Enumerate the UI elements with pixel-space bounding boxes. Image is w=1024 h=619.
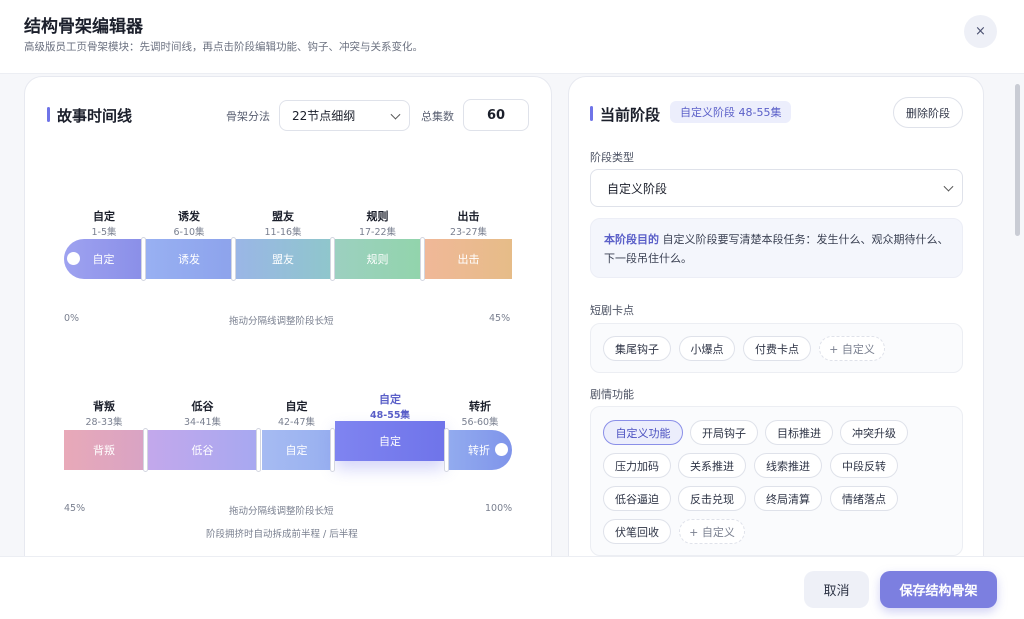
- row2-hint: 拖动分隔线调整阶段长短: [229, 506, 334, 517]
- stage-type-label: 阶段类型: [590, 151, 634, 164]
- hook-chip[interactable]: 集尾钩子: [603, 336, 671, 361]
- stage-bar[interactable]: 规则: [335, 239, 420, 279]
- function-chip[interactable]: 关系推进: [678, 453, 746, 478]
- stage-range: 6-10集: [173, 227, 205, 238]
- stage-name: 自定: [93, 210, 115, 223]
- stage-type-select[interactable]: 自定义阶段: [590, 169, 963, 207]
- functions-label: 剧情功能: [590, 388, 634, 401]
- stage-type-value: 自定义阶段: [607, 181, 668, 196]
- stage-bar[interactable]: 自定: [262, 430, 331, 470]
- dialog-subtitle: 高级版员工页骨架模块：先调时间线，再点击阶段编辑功能、钩子、冲突与关系变化。: [24, 41, 423, 53]
- timeline-title: 故事时间线: [47, 105, 132, 126]
- current-stage-title: 当前阶段: [590, 104, 660, 125]
- stage-purpose: 本阶段目的 自定义阶段要写清楚本段任务：发生什么、观众期待什么、下一段吊住什么。: [590, 218, 963, 278]
- delete-stage-button[interactable]: 删除阶段: [893, 97, 963, 128]
- add-function-button[interactable]: + 自定义: [679, 519, 745, 544]
- row1-hint: 拖动分隔线调整阶段长短: [229, 316, 334, 327]
- stage-bar[interactable]: 出击: [425, 239, 512, 279]
- divider-handle[interactable]: [256, 428, 261, 472]
- method-label: 骨架分法: [226, 110, 270, 123]
- dialog-footer: [0, 556, 1024, 619]
- function-chip[interactable]: 终局清算: [754, 486, 822, 511]
- stage-bar[interactable]: 诱发: [146, 239, 232, 279]
- stage-bar[interactable]: 盟友: [236, 239, 330, 279]
- function-chip[interactable]: 反击兑现: [678, 486, 746, 511]
- method-value: 22节点细纲: [292, 109, 356, 123]
- total-label: 总集数: [421, 110, 454, 123]
- function-chip[interactable]: 压力加码: [603, 453, 671, 478]
- function-chip[interactable]: 低谷逼迫: [603, 486, 671, 511]
- stage-tag: 自定义阶段 48-55集: [670, 101, 792, 123]
- dialog-title: 结构骨架编辑器: [24, 17, 143, 37]
- stage-bar[interactable]: 背叛: [64, 430, 144, 470]
- hooks-label: 短剧卡点: [590, 304, 634, 317]
- range-end-knob[interactable]: [495, 443, 508, 456]
- function-chip[interactable]: 伏笔回收: [603, 519, 671, 544]
- row1-start: 0%: [64, 313, 80, 324]
- divider-handle[interactable]: [330, 237, 335, 281]
- close-button[interactable]: ×: [964, 15, 997, 48]
- stage-name: 出击: [457, 210, 480, 223]
- range-start-knob[interactable]: [67, 252, 80, 265]
- stage-name: 规则: [366, 210, 389, 223]
- divider-handle[interactable]: [231, 237, 236, 281]
- divider-handle[interactable]: [141, 237, 146, 281]
- stage-name-selected: 自定: [379, 393, 401, 406]
- save-skeleton-button[interactable]: 保存结构骨架: [880, 571, 997, 608]
- chevron-down-icon: [390, 109, 401, 120]
- dialog-header: 结构骨架编辑器 高级版员工页骨架模块：先调时间线，再点击阶段编辑功能、钩子、冲突…: [0, 0, 1024, 74]
- stage-range: 28-33集: [85, 417, 123, 428]
- stage-name: 背叛: [93, 400, 115, 413]
- function-chip[interactable]: 目标推进: [765, 420, 833, 445]
- function-chip[interactable]: 线索推进: [754, 453, 822, 478]
- divider-handle[interactable]: [420, 237, 425, 281]
- row2-note: 阶段拥挤时自动拆成前半程 / 后半程: [206, 529, 358, 540]
- function-chip[interactable]: 冲突升级: [840, 420, 908, 445]
- stage-range: 42-47集: [277, 417, 316, 428]
- stage-range: 56-60集: [461, 417, 499, 428]
- divider-handle[interactable]: [143, 428, 148, 472]
- hook-chip[interactable]: 付费卡点: [743, 336, 811, 361]
- function-chip[interactable]: 开局钩子: [690, 420, 758, 445]
- stage-range: 11-16集: [264, 227, 302, 238]
- scrollbar-thumb[interactable]: [1015, 84, 1020, 236]
- stage-name: 盟友: [272, 210, 294, 223]
- function-chip[interactable]: 情绪落点: [830, 486, 898, 511]
- stage-bar[interactable]: 低谷: [148, 430, 257, 470]
- stage-range: 23-27集: [449, 227, 488, 238]
- function-chip-selected[interactable]: 自定义功能: [603, 420, 683, 445]
- method-select[interactable]: 22节点细纲: [279, 100, 410, 131]
- stage-name: 转折: [469, 400, 491, 413]
- stage-bar-selected[interactable]: 自定: [335, 421, 445, 461]
- stage-name: 自定: [285, 400, 308, 413]
- row1-end: 45%: [489, 313, 511, 324]
- row2-start: 45%: [64, 503, 86, 514]
- total-episodes-input[interactable]: 60: [463, 99, 529, 131]
- cancel-button[interactable]: 取消: [804, 571, 869, 608]
- divider-handle[interactable]: [330, 428, 335, 472]
- stage-range: 34-41集: [183, 417, 222, 428]
- stage-name: 低谷: [191, 400, 214, 413]
- chevron-down-icon: [943, 181, 954, 192]
- purpose-title: 本阶段目的: [604, 233, 659, 246]
- stage-range: 1-5集: [91, 227, 117, 238]
- stage-range: 17-22集: [358, 227, 397, 238]
- close-icon: ×: [975, 24, 986, 39]
- function-chip[interactable]: 中段反转: [830, 453, 898, 478]
- hook-chip[interactable]: 小爆点: [679, 336, 735, 361]
- stage-range-selected: 48-55集: [370, 410, 410, 421]
- stage-name: 诱发: [178, 210, 200, 223]
- add-hook-button[interactable]: + 自定义: [819, 336, 885, 361]
- row2-end: 100%: [485, 503, 513, 514]
- divider-handle[interactable]: [444, 428, 449, 472]
